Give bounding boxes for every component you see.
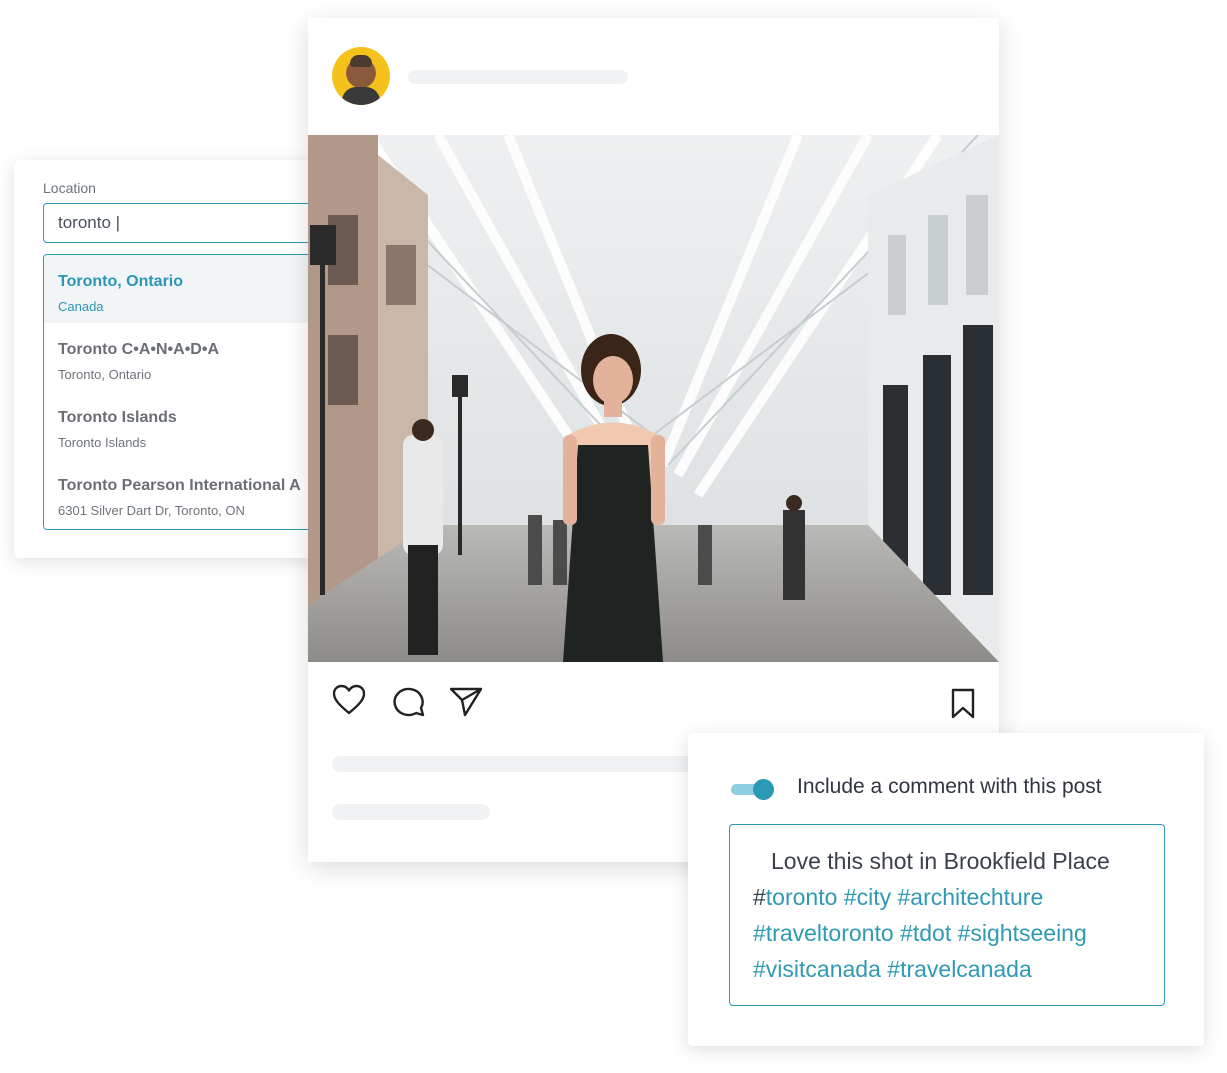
hashtag: tdot [912,920,952,946]
location-result-item[interactable]: Toronto Islands Toronto Islands [44,391,332,459]
location-card: Location toronto | Toronto, Ontario Cana… [14,160,344,558]
username-placeholder [408,70,628,84]
include-comment-label: Include a comment with this post [797,775,1102,798]
comment-textarea[interactable]: Love this shot in Brookfield Place #toro… [729,824,1165,1006]
heart-icon[interactable] [332,684,366,716]
hashtag-line: #traveltoronto #tdot #sightseeing [753,920,1087,946]
comment-icon[interactable] [392,684,426,718]
include-comment-toggle[interactable] [729,779,777,800]
location-result-item[interactable]: Toronto C•A•N•A•D•A Toronto, Ontario [44,323,332,391]
caption-placeholder [332,756,712,772]
location-result-title: Toronto, Ontario [58,273,184,290]
post-photo [308,135,999,662]
bookmark-icon[interactable] [950,688,976,720]
hashtag: travelcanada [900,956,1032,982]
hashtag: traveltoronto [765,920,894,946]
location-result-subtitle: 6301 Silver Dart Dr, Toronto, ON [58,503,245,518]
comment-text: Love this shot in Brookfield Place [771,848,1110,874]
share-icon[interactable] [448,684,484,718]
hashtag: architechture [910,884,1044,910]
caption-placeholder [332,804,490,820]
location-result-subtitle: Toronto, Ontario [58,367,152,382]
avatar [332,47,390,105]
comment-card: Include a comment with this post Love th… [688,733,1204,1046]
hashtag: sightseeing [970,920,1087,946]
location-label: Location [43,180,96,196]
hashtag: city [856,884,892,910]
location-result-item[interactable]: Toronto, Ontario Canada [44,255,332,323]
hashtag: toronto [765,884,838,910]
location-results-list: Toronto, Ontario Canada Toronto C•A•N•A•… [43,254,333,530]
hashtag-line: #visitcanada #travelcanada [753,956,1032,982]
hashtag-line: #toronto #city #architechture [753,884,1044,910]
location-result-subtitle: Toronto Islands [58,435,147,450]
location-result-title: Toronto Pearson International A [58,477,301,494]
location-result-title: Toronto C•A•N•A•D•A [58,341,220,358]
location-result-subtitle: Canada [58,299,104,314]
location-result-item[interactable]: Toronto Pearson International A 6301 Sil… [44,459,332,527]
location-result-title: Toronto Islands [58,409,177,426]
hashtag: visitcanada [765,956,881,982]
location-search-input[interactable]: toronto | [43,203,333,243]
